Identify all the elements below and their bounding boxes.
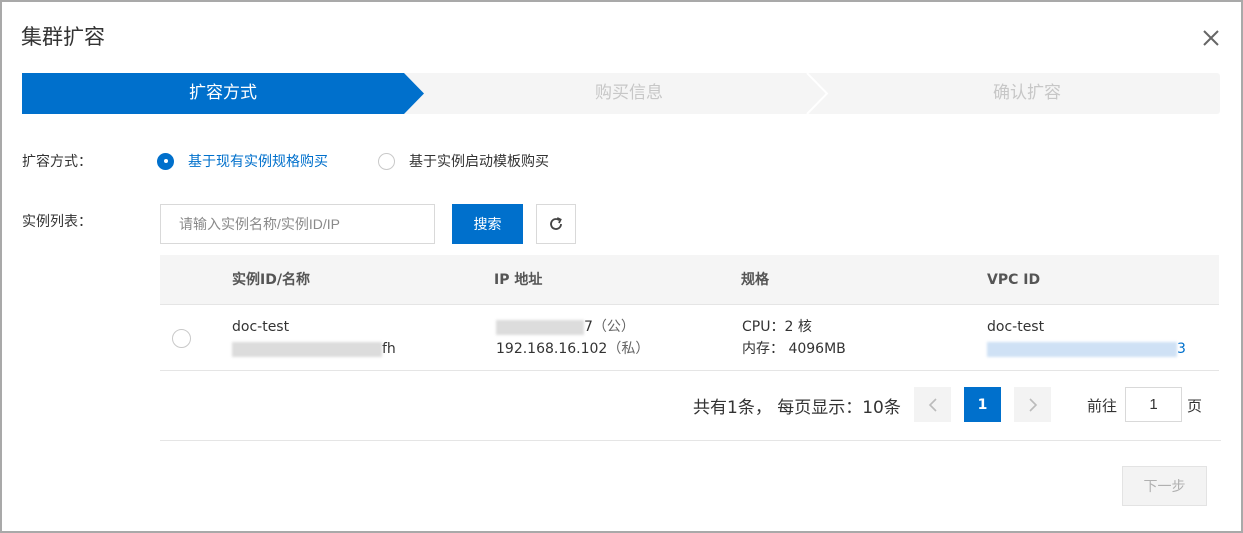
vpc-id-suffix[interactable]: 3 [1177,341,1186,357]
vpc-id-link[interactable]: 3 [987,339,1186,360]
step-progress: 扩容方式 购买信息 确认扩容 [22,73,1220,114]
masked-text [496,319,584,335]
search-button[interactable]: 搜索 [452,204,523,244]
table-row[interactable]: doc-test fh 7（公） 192.168.16.102（私） CPU：2… [160,305,1219,371]
col-instance: 实例ID/名称 [232,272,310,288]
pagination-summary: 共有1条， 每页显示：10条 [693,398,901,418]
instance-id: fh [232,339,396,360]
scale-mode-label: 扩容方式： [22,154,92,170]
chevron-right-icon [1028,397,1037,412]
private-ip-value: 192.168.16.102 [496,341,608,357]
prev-page-button[interactable] [914,387,951,422]
public-ip: 7（公） [496,317,635,338]
vpc-name: doc-test [987,319,1045,335]
instance-list-label: 实例列表： [22,214,92,230]
step-purchase-info: 购买信息 [595,83,663,103]
refresh-icon [550,217,562,230]
col-ip: IP 地址 [494,272,543,288]
option-launch-template-label: 基于实例启动模板购买 [409,154,549,170]
instance-name: doc-test [232,319,290,335]
instance-table: 实例ID/名称 IP 地址 规格 VPC ID doc-test fh 7（公）… [160,255,1219,371]
radio-unchecked-icon[interactable] [378,152,395,170]
chevron-left-icon [928,397,937,412]
cluster-scale-dialog: 集群扩容 扩容方式 购买信息 确认扩容 扩容方式： 基于现有实例规格购买 基于实… [0,0,1243,533]
refresh-button[interactable] [536,204,576,244]
instance-search-input[interactable] [160,204,435,244]
public-ip-suffix: 7 [584,319,593,335]
table-header: 实例ID/名称 IP 地址 规格 VPC ID [160,255,1219,305]
private-ip-tag: （私） [607,341,650,357]
radio-checked-icon[interactable] [157,152,174,170]
page-button-current[interactable]: 1 [964,387,1001,422]
instance-id-suffix: fh [382,341,396,357]
spec-cpu: CPU：2 核 [742,319,812,335]
next-step-button[interactable]: 下一步 [1122,466,1207,506]
goto-page-input[interactable] [1125,387,1182,422]
spec-memory: 内存： 4096MB [742,341,846,357]
masked-text [232,341,382,357]
masked-text [987,341,1177,357]
col-spec: 规格 [741,272,769,288]
step-scale-method: 扩容方式 [189,83,257,103]
public-ip-tag: （公） [592,319,635,335]
row-select-radio[interactable] [172,329,191,348]
dialog-title: 集群扩容 [21,25,105,49]
divider [160,440,1221,441]
option-launch-template[interactable]: 基于实例启动模板购买 [378,151,549,171]
option-existing-spec-label: 基于现有实例规格购买 [188,154,328,170]
step-confirm-scale: 确认扩容 [993,83,1061,103]
goto-label: 前往 [1087,397,1118,415]
close-icon[interactable] [1199,26,1223,50]
next-page-button[interactable] [1014,387,1051,422]
col-vpc: VPC ID [987,272,1041,288]
goto-suffix: 页 [1187,397,1203,415]
option-existing-spec[interactable]: 基于现有实例规格购买 [157,151,328,171]
private-ip: 192.168.16.102（私） [496,339,649,360]
